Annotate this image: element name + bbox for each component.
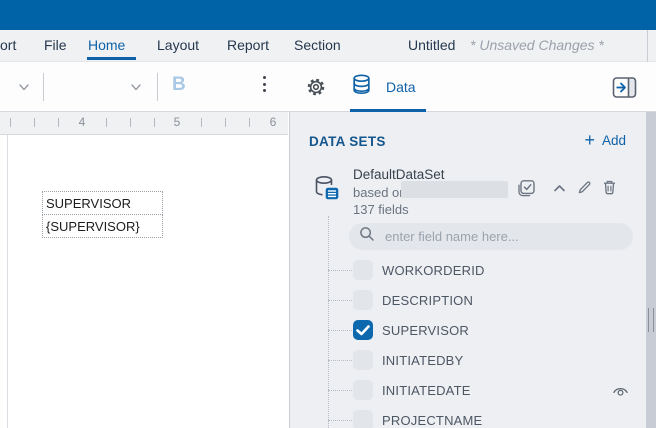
unsaved-changes-indicator: * Unsaved Changes * <box>470 37 604 53</box>
ruler-label: 5 <box>167 115 187 129</box>
horizontal-ruler: 4 5 6 <box>0 112 288 135</box>
tab-data[interactable]: Data <box>350 73 416 101</box>
ruler-label: 6 <box>263 115 283 129</box>
edit-dataset-pencil-icon[interactable] <box>576 179 593 201</box>
document-title: Untitled <box>408 37 455 53</box>
field-search-box[interactable] <box>349 223 633 250</box>
menu-item-report[interactable]: Report <box>227 37 269 53</box>
collapse-dataset-chevron-up-icon[interactable] <box>552 182 567 200</box>
chevron-down-icon[interactable] <box>129 80 143 99</box>
overflow-menu-icon[interactable] <box>263 76 266 92</box>
field-checkbox[interactable] <box>353 410 373 428</box>
field-checkbox[interactable] <box>353 380 373 400</box>
field-label: INITIATEDATE <box>382 383 471 398</box>
dataset-source-redacted-block <box>401 181 508 198</box>
search-icon <box>359 226 375 247</box>
field-row-projectname[interactable]: PROJECTNAME <box>290 405 656 428</box>
ruler-label: 4 <box>72 115 92 129</box>
scrollbar-thumb[interactable] <box>648 308 654 332</box>
titlebar <box>0 0 656 30</box>
field-label: PROJECTNAME <box>382 413 482 428</box>
bold-button[interactable]: B <box>172 74 186 96</box>
menu-item-file[interactable]: File <box>44 37 67 53</box>
report-designer-app: ort File Home Layout Report Section Unti… <box>0 0 656 428</box>
dataset-name: DefaultDataSet <box>353 167 445 182</box>
field-checkbox[interactable] <box>353 290 373 310</box>
field-label: WORKORDERID <box>382 263 485 278</box>
toolbar: B Data <box>0 62 656 112</box>
toolbar-separator <box>43 73 44 101</box>
database-icon <box>350 73 373 101</box>
field-label: INITIATEDBY <box>382 353 463 368</box>
tab-data-label: Data <box>386 79 416 95</box>
page-edge-line <box>7 135 8 428</box>
field-label: SUPERVISOR <box>382 323 469 338</box>
plus-icon: + <box>584 131 595 149</box>
menu-item-section[interactable]: Section <box>294 37 341 53</box>
add-dataset-label: Add <box>602 133 626 148</box>
field-checkbox[interactable] <box>353 350 373 370</box>
panel-scrollbar[interactable] <box>646 112 656 428</box>
dataset-field-count: 137 fields <box>353 202 409 217</box>
toolbar-separator <box>157 73 158 101</box>
menu-item-truncated[interactable]: ort <box>0 37 16 53</box>
field-row-initiatedby[interactable]: INITIATEDBY <box>290 345 656 375</box>
datasets-panel: DATA SETS + Add DefaultDataSet based on … <box>289 112 656 428</box>
field-checkbox[interactable] <box>353 320 373 340</box>
add-dataset-button[interactable]: + Add <box>584 131 626 149</box>
validate-fields-icon[interactable] <box>517 179 536 203</box>
eye-icon[interactable] <box>612 384 629 403</box>
chevron-down-icon[interactable] <box>17 80 31 99</box>
field-row-supervisor[interactable]: SUPERVISOR <box>290 315 656 345</box>
dataset-icon <box>313 174 341 207</box>
dataset-based-on-label: based on <box>353 185 407 200</box>
menu-item-layout[interactable]: Layout <box>157 37 199 53</box>
field-row-workorderid[interactable]: WORKORDERID <box>290 255 656 285</box>
collapse-panel-icon[interactable] <box>612 76 638 105</box>
field-checkbox[interactable] <box>353 260 373 280</box>
field-search-input[interactable] <box>383 228 623 245</box>
design-canvas[interactable]: SUPERVISOR {SUPERVISOR} <box>0 135 289 428</box>
field-label: DESCRIPTION <box>382 293 473 308</box>
delete-dataset-trash-icon[interactable] <box>601 179 618 201</box>
panel-title: DATA SETS <box>309 134 386 149</box>
field-row-initiatedate[interactable]: INITIATEDATE <box>290 375 656 405</box>
menu-item-home[interactable]: Home <box>88 37 125 53</box>
menubar: ort File Home Layout Report Section Unti… <box>0 30 656 62</box>
textbox-supervisor-field[interactable]: {SUPERVISOR} <box>42 214 163 238</box>
field-row-description[interactable]: DESCRIPTION <box>290 285 656 315</box>
textbox-supervisor-label[interactable]: SUPERVISOR <box>42 191 163 215</box>
gear-icon[interactable] <box>304 75 328 104</box>
